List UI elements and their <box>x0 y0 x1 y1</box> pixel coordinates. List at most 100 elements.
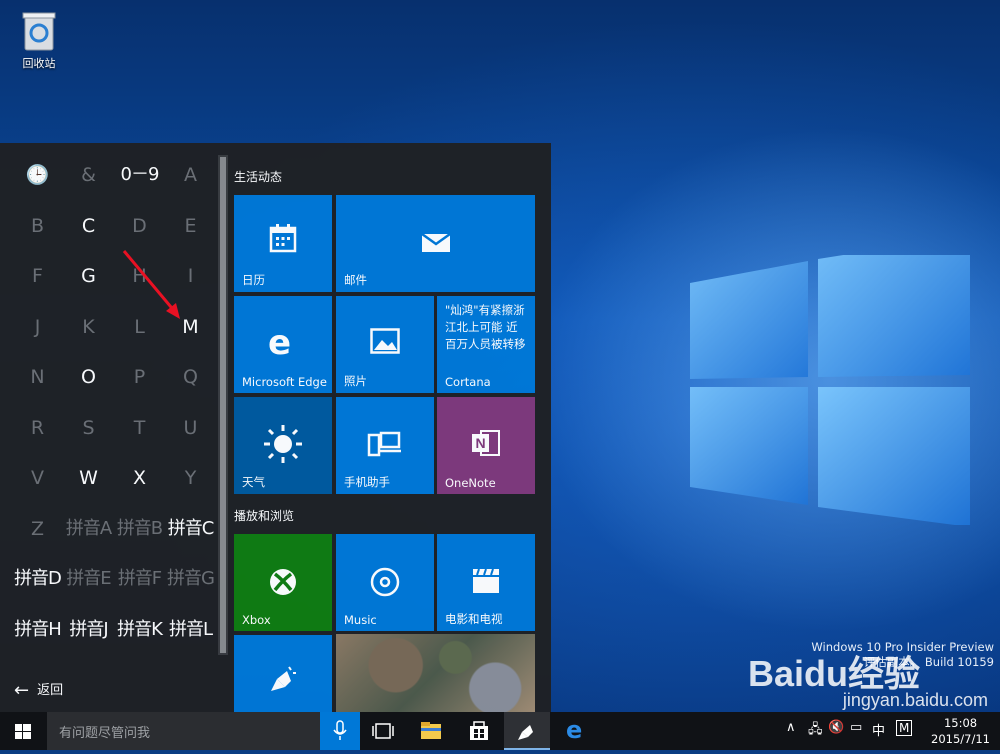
clapperboard-icon <box>471 567 501 599</box>
edge-taskbar-button[interactable]: e <box>552 712 598 750</box>
jump-letter-38[interactable]: 拼音K <box>114 610 165 650</box>
tile-calendar-label: 日历 <box>242 273 265 287</box>
svg-text:N: N <box>475 435 485 451</box>
recycle-bin-label: 回收站 <box>22 57 56 70</box>
jump-letter-18: P <box>133 366 146 388</box>
task-view-icon <box>372 723 394 739</box>
action-center-icon[interactable]: ▭ <box>850 720 862 735</box>
tile-photos[interactable]: 照片 <box>336 296 434 393</box>
back-arrow-icon: ← <box>14 680 30 701</box>
jump-letter-19: Q <box>183 366 198 388</box>
jump-letter-4: B <box>30 214 45 237</box>
cortana-mic-button[interactable] <box>320 712 360 750</box>
tile-photos-label: 照片 <box>344 374 367 388</box>
tile-cortana-label: Cortana <box>445 375 491 389</box>
tile-weather[interactable]: 天气 <box>234 397 332 494</box>
baidu-url-watermark: jingyan.baidu.com <box>842 690 988 710</box>
onenote-icon: N <box>470 427 502 463</box>
jump-letter-35: 拼音G <box>167 568 215 589</box>
edge-icon: e <box>566 716 583 744</box>
megaphone-icon <box>518 725 533 740</box>
jump-letter-32[interactable]: 拼音D <box>12 559 63 599</box>
taskbar: 有问题尽管问我 e ∧ 🖧 🔇 ▭ 中 M 15:08 2015/7/11 <box>0 712 1000 750</box>
search-box[interactable]: 有问题尽管问我 <box>47 712 320 750</box>
jump-letter-21: S <box>82 416 95 439</box>
desktop: 回收站 🕒 & 0－9 A B C D E F G H I J K L M N O P Q R S T U V W X Y Z 拼音A 拼音… <box>0 0 1000 712</box>
edge-icon: e <box>268 323 292 363</box>
get-started-taskbar-button[interactable] <box>504 712 550 750</box>
jump-letter-33: 拼音E <box>66 568 111 589</box>
megaphone-icon <box>267 665 297 699</box>
jump-letter-39[interactable]: 拼音L <box>165 610 216 650</box>
store-bag-icon <box>470 721 488 740</box>
windows-start-icon <box>15 724 31 739</box>
tile-mail-label: 邮件 <box>344 273 367 287</box>
sun-icon <box>262 423 304 469</box>
store-button[interactable] <box>456 712 502 750</box>
tile-onenote[interactable]: N OneNote <box>437 397 535 494</box>
jump-letter-36[interactable]: 拼音H <box>12 610 63 650</box>
tile-cortana[interactable]: "灿鸿"有紧擦浙江北上可能 近百万人员被转移 Cortana <box>437 296 535 393</box>
ime-indicator[interactable]: 中 <box>872 720 885 739</box>
jump-letter-23: U <box>183 416 198 439</box>
jump-letter-9[interactable]: G <box>63 256 114 296</box>
jump-letter-27: Y <box>184 467 197 489</box>
tile-phone-companion[interactable]: 手机助手 <box>336 397 434 494</box>
recycle-bin-shortcut[interactable]: 回收站 <box>12 8 66 71</box>
jump-letter-17[interactable]: O <box>63 357 114 397</box>
jump-letter-31[interactable]: 拼音C <box>165 509 216 549</box>
back-label: 返回 <box>37 683 64 698</box>
tile-music-label: Music <box>344 613 377 627</box>
system-tray: ∧ 🖧 🔇 ▭ 中 M 15:08 2015/7/11 <box>780 712 1000 750</box>
jump-letter-24: V <box>31 467 44 489</box>
start-menu: 🕒 & 0－9 A B C D E F G H I J K L M N O P Q R S T U V W X Y Z 拼音A 拼音B 拼音C… <box>0 143 551 712</box>
tile-calendar[interactable]: 日历 <box>234 195 332 292</box>
network-icon[interactable]: 🖧 <box>808 720 823 742</box>
group-title-life: 生活动态 <box>234 170 283 184</box>
ime-mode-indicator[interactable]: M <box>896 720 913 736</box>
jump-letter-2[interactable]: 0－9 <box>114 155 165 195</box>
jump-letter-1: & <box>81 164 96 186</box>
task-view-button[interactable] <box>360 712 406 750</box>
mail-icon <box>420 230 452 258</box>
tile-phone-label: 手机助手 <box>344 475 390 489</box>
xbox-icon <box>268 567 298 601</box>
tile-music[interactable]: Music <box>336 534 434 631</box>
jump-letter-22: T <box>133 416 146 439</box>
tile-xbox[interactable]: Xbox <box>234 534 332 631</box>
tile-get-started[interactable] <box>234 635 332 712</box>
annotation-arrow <box>122 250 180 319</box>
start-button[interactable] <box>0 712 46 750</box>
jump-letter-13: K <box>82 315 95 338</box>
clock[interactable]: 15:08 2015/7/11 <box>931 715 990 747</box>
cortana-news-text: "灿鸿"有紧擦浙江北上可能 近百万人员被转移 <box>445 303 526 351</box>
jump-letter-0: 🕒 <box>25 164 50 186</box>
folder-icon <box>421 722 441 739</box>
jump-letter-26[interactable]: X <box>114 458 165 498</box>
jump-letter-29: 拼音A <box>65 517 112 539</box>
jump-letter-5[interactable]: C <box>63 206 114 246</box>
jump-letter-28: Z <box>30 517 45 540</box>
jump-letter-8: F <box>32 265 43 287</box>
jump-letter-7: E <box>184 214 197 237</box>
tile-mail[interactable]: 邮件 <box>336 195 535 292</box>
file-explorer-button[interactable] <box>408 712 454 750</box>
tile-movies[interactable]: 电影和电视 <box>437 534 535 631</box>
tile-weather-label: 天气 <box>242 475 265 489</box>
calendar-icon <box>269 223 297 257</box>
jump-letter-16: N <box>30 366 45 388</box>
chevron-up-icon[interactable]: ∧ <box>786 720 796 735</box>
tile-edge[interactable]: e Microsoft Edge <box>234 296 332 393</box>
tile-news-photo[interactable] <box>336 634 535 712</box>
music-disc-icon <box>369 566 401 602</box>
volume-muted-icon[interactable]: 🔇 <box>828 720 844 735</box>
jump-letter-30: 拼音B <box>116 517 163 539</box>
jump-letter-37[interactable]: 拼音J <box>63 610 114 650</box>
back-button[interactable]: ← 返回 <box>14 679 63 701</box>
group-title-play: 播放和浏览 <box>234 509 295 523</box>
clock-date: 2015/7/11 <box>931 732 990 746</box>
recycle-bin-icon <box>19 8 59 52</box>
jump-letter-25[interactable]: W <box>63 458 114 498</box>
windows-logo-wallpaper <box>690 235 970 527</box>
scrollbar-thumb[interactable] <box>220 157 226 653</box>
